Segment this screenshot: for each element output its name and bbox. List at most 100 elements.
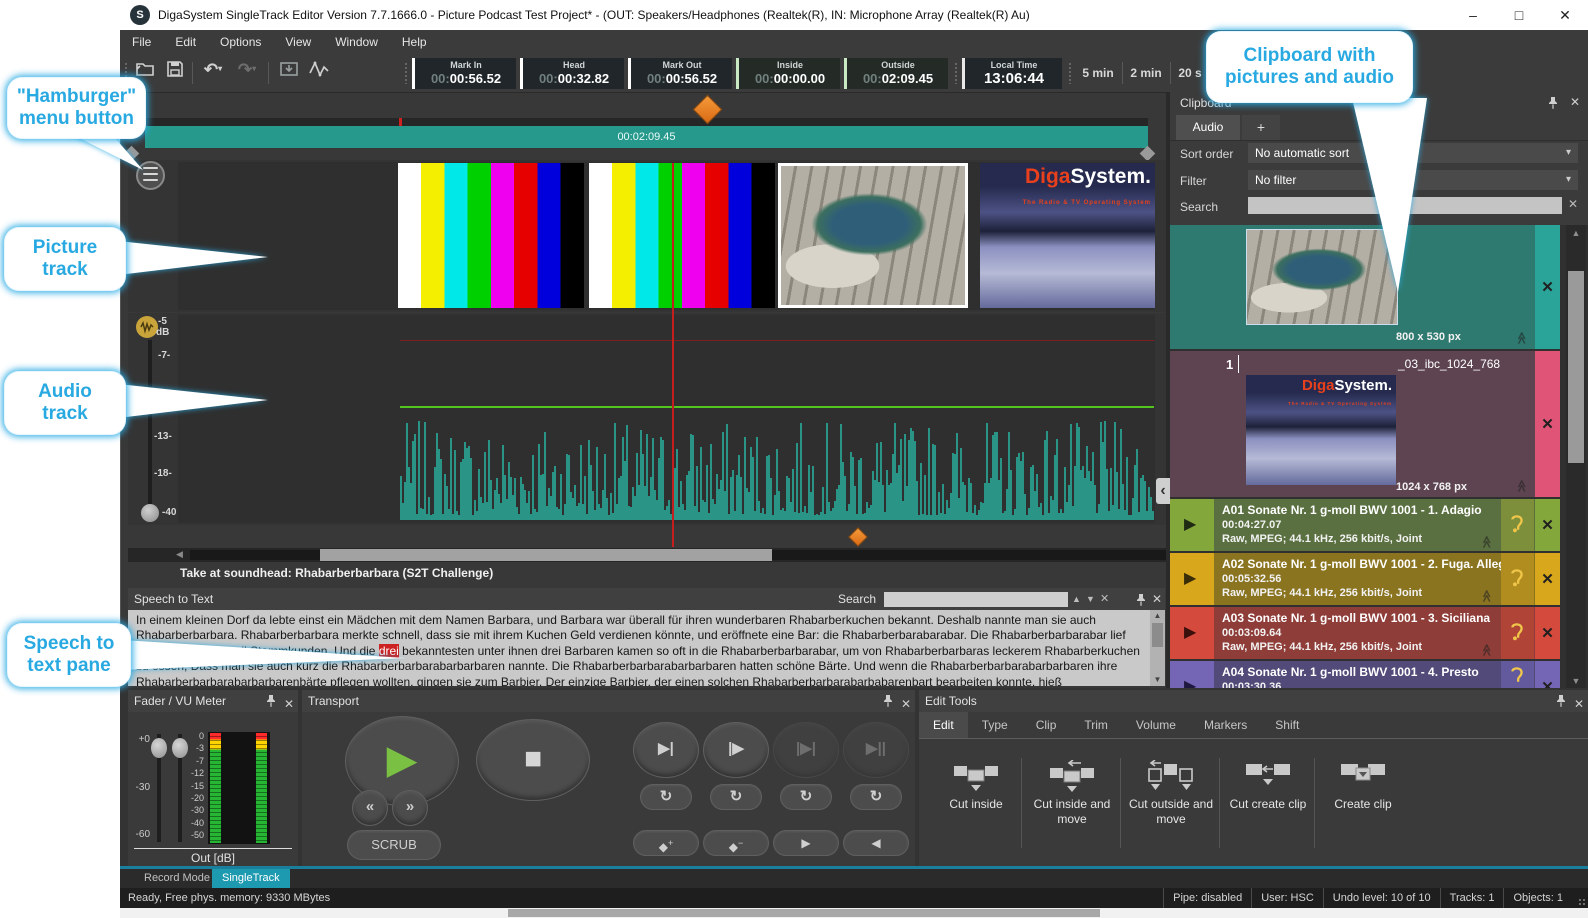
tool-cut-create-clip[interactable]: Cut create clip — [1222, 760, 1314, 812]
resize-grip[interactable] — [1578, 898, 1586, 906]
playhead-line[interactable] — [672, 163, 674, 547]
picture-clip-colorbars-1[interactable] — [398, 163, 584, 308]
menu-help[interactable]: Help — [390, 35, 439, 49]
import-icon[interactable] — [276, 60, 302, 86]
head-field[interactable]: Head 00:00:32.82 — [520, 58, 624, 89]
tab-clip[interactable]: Clip — [1022, 712, 1071, 738]
tab-shift[interactable]: Shift — [1261, 712, 1313, 738]
overview-strip[interactable] — [145, 118, 1148, 126]
panel-collapse-button[interactable]: ‹ — [1156, 478, 1170, 504]
redo-icon[interactable]: ↷▾ — [234, 60, 260, 86]
forward-button[interactable]: » — [392, 790, 428, 826]
play-item-button[interactable]: ▶ — [1170, 553, 1214, 605]
play-from-mark-button[interactable]: |▶ — [703, 722, 769, 778]
stop-button[interactable]: ■ — [476, 719, 590, 801]
maximize-button[interactable]: □ — [1496, 0, 1542, 30]
tool-cut-inside-move[interactable]: Cut inside and move — [1024, 760, 1120, 827]
inside-field[interactable]: Inside 00:00:00.00 — [736, 58, 840, 89]
tool-cut-outside-move[interactable]: Cut outside and move — [1123, 760, 1219, 827]
clipboard-scrollbar[interactable]: ▲ ▼ — [1566, 225, 1586, 688]
tab-trim[interactable]: Trim — [1070, 712, 1122, 738]
clipboard-item-audio-2[interactable]: ▶ A02 Sonate Nr. 1 g-moll BWV 1001 - 2. … — [1170, 553, 1560, 605]
collapse-item-icon[interactable]: ≫ — [1479, 644, 1493, 657]
clipboard-scrollbar-thumb[interactable] — [1568, 271, 1584, 463]
collapse-item-icon[interactable]: ≫ — [1514, 480, 1528, 493]
speech-scrollbar[interactable]: ▲ ▼ — [1150, 610, 1165, 686]
close-pane-icon[interactable]: ✕ — [1570, 95, 1580, 109]
page-scrollbar[interactable] — [120, 908, 1588, 918]
fader-knob-right[interactable] — [172, 738, 188, 758]
save-icon[interactable] — [162, 60, 188, 86]
undo-icon[interactable]: ↶▾ — [200, 60, 226, 86]
tab-markers[interactable]: Markers — [1190, 712, 1261, 738]
play-item-button[interactable]: ▶ — [1170, 661, 1214, 688]
tab-record-mode[interactable]: Record Mode — [134, 869, 220, 888]
tool-create-clip[interactable]: Create clip — [1317, 760, 1409, 812]
clipboard-item-audio-1[interactable]: ▶ A01 Sonate Nr. 1 g-moll BWV 1001 - 1. … — [1170, 499, 1560, 551]
toolbar-grip[interactable] — [1068, 62, 1072, 84]
timeline-scrollbar[interactable]: ◀ ▶ — [128, 548, 1166, 562]
speech-scrollbar-thumb[interactable] — [1152, 623, 1163, 647]
menu-options[interactable]: Options — [208, 35, 273, 49]
scroll-left-icon[interactable]: ◀ — [176, 549, 183, 560]
next-marker-button[interactable]: ▶ — [773, 830, 839, 856]
gain-line-green[interactable] — [400, 406, 1154, 408]
interval-5min-button[interactable]: 5 min — [1076, 58, 1120, 88]
tool-cut-inside[interactable]: Cut inside — [931, 760, 1021, 812]
prelisten-button[interactable] — [1501, 499, 1534, 551]
collapse-item-icon[interactable]: ≫ — [1479, 590, 1493, 603]
play-item-button[interactable]: ▶ — [1170, 499, 1214, 551]
toolbar-grip[interactable] — [954, 62, 958, 84]
tab-type[interactable]: Type — [968, 712, 1022, 738]
play-all-button[interactable]: ▶|| — [843, 722, 909, 778]
remove-item-button[interactable]: ✕ — [1535, 351, 1560, 497]
picture-clip-digasystem[interactable]: DigaSystem. The Radio & TV Operating Sys… — [980, 163, 1155, 308]
search-next-icon[interactable]: ▼ — [1086, 588, 1095, 610]
collapse-item-icon[interactable]: ≫ — [1514, 332, 1528, 345]
menu-file[interactable]: File — [120, 35, 163, 49]
remove-item-button[interactable]: ✕ — [1535, 607, 1560, 659]
speech-search-input[interactable] — [884, 592, 1068, 607]
gain-slider-knob[interactable] — [141, 504, 159, 522]
mark-out-field[interactable]: Mark Out 00:00:56.52 — [628, 58, 732, 89]
audio-track-icon[interactable] — [136, 316, 158, 338]
fader-knob-left[interactable] — [151, 738, 167, 758]
prelisten-button[interactable] — [1501, 607, 1534, 659]
play-between-marks-button[interactable]: |▶| — [773, 722, 839, 778]
gain-slider-track[interactable] — [148, 340, 152, 512]
remove-item-button[interactable]: ✕ — [1535, 553, 1560, 605]
interval-2min-button[interactable]: 2 min — [1124, 58, 1168, 88]
menu-view[interactable]: View — [273, 35, 323, 49]
picture-clip-lizard[interactable] — [778, 163, 968, 308]
play-item-button[interactable]: ▶ — [1170, 607, 1214, 659]
search-clear-icon[interactable]: ✕ — [1100, 588, 1109, 610]
menu-window[interactable]: Window — [323, 35, 390, 49]
outside-field[interactable]: Outside 00:02:09.45 — [844, 58, 948, 89]
picture-thumbnail[interactable]: DigaSystem. The Radio & TV Operating Sys… — [1246, 375, 1396, 485]
play-to-mark-button[interactable]: ▶| — [633, 722, 699, 778]
page-scrollbar-thumb[interactable] — [508, 909, 1100, 917]
mark-in-field[interactable]: Mark In 00:00:56.52 — [412, 58, 516, 89]
remove-item-button[interactable]: ✕ — [1535, 225, 1560, 349]
tab-singletrack[interactable]: SingleTrack — [212, 869, 290, 888]
timeline-scrollbar-thumb[interactable] — [320, 549, 772, 561]
clipboard-tab-audio[interactable]: Audio — [1176, 115, 1240, 140]
minimize-button[interactable]: – — [1450, 0, 1496, 30]
remove-item-button[interactable]: ✕ — [1535, 499, 1560, 551]
clipboard-item-audio-4[interactable]: ▶ A04 Sonate Nr. 1 g-moll BWV 1001 - 4. … — [1170, 661, 1560, 688]
close-pane-icon[interactable]: ✕ — [1152, 588, 1162, 610]
add-marker-button[interactable]: ◆+ — [633, 830, 699, 856]
picture-clip-colorbars-2[interactable] — [589, 163, 775, 308]
waveform-icon[interactable] — [306, 60, 332, 86]
prelisten-button[interactable] — [1501, 553, 1534, 605]
rewind-button[interactable]: « — [352, 790, 388, 826]
search-prev-icon[interactable]: ▲ — [1072, 588, 1081, 610]
tab-edit[interactable]: Edit — [919, 712, 968, 738]
clipboard-item-picture-2[interactable]: 1 _03_ibc_1024_768 DigaSystem. The Radio… — [1170, 351, 1560, 497]
search-clear-icon[interactable]: ✕ — [1568, 197, 1578, 211]
audio-waveform[interactable] — [400, 418, 1154, 520]
loop-button[interactable]: ↻ — [850, 784, 902, 810]
scrub-button[interactable]: SCRUB — [347, 830, 441, 860]
prev-marker-button[interactable]: ◀ — [843, 830, 909, 856]
tab-volume[interactable]: Volume — [1122, 712, 1190, 738]
